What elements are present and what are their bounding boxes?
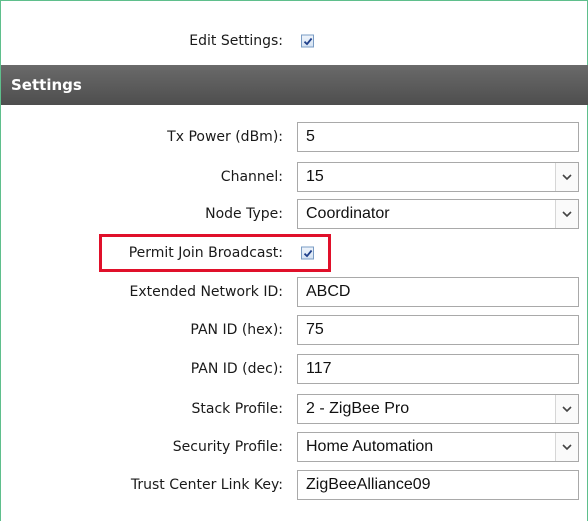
extended-network-id-input[interactable]: ABCD <box>297 277 579 307</box>
stack-profile-select[interactable]: 2 - ZigBee Pro <box>297 394 579 424</box>
extended-network-id-row: Extended Network ID: ABCD <box>1 274 588 310</box>
security-profile-label: Security Profile: <box>172 439 283 455</box>
channel-value: 15 <box>306 168 324 185</box>
node-type-value: Coordinator <box>306 205 390 222</box>
security-profile-select[interactable]: Home Automation <box>297 432 579 462</box>
settings-panel: Edit Settings: Settings Tx Power (dBm): … <box>0 0 588 521</box>
pan-id-hex-label: PAN ID (hex): <box>190 322 283 338</box>
stack-profile-row: Stack Profile: 2 - ZigBee Pro <box>1 391 588 427</box>
pan-id-hex-input[interactable]: 75 <box>297 315 579 345</box>
settings-section-header: Settings <box>1 65 588 105</box>
pan-id-dec-input[interactable]: 117 <box>297 354 579 384</box>
highlight-box <box>99 234 331 272</box>
tx-power-row: Tx Power (dBm): 5 <box>1 119 588 155</box>
chevron-down-icon[interactable] <box>555 163 578 191</box>
channel-select[interactable]: 15 <box>297 162 579 192</box>
channel-row: Channel: 15 <box>1 159 588 195</box>
tx-power-input[interactable]: 5 <box>297 122 579 152</box>
tx-power-label: Tx Power (dBm): <box>167 129 283 145</box>
extended-network-id-label: Extended Network ID: <box>129 284 283 300</box>
chevron-down-icon[interactable] <box>555 200 578 228</box>
trust-center-link-key-input[interactable]: ZigBeeAlliance09 <box>297 470 579 500</box>
node-type-row: Node Type: Coordinator <box>1 196 588 232</box>
pan-id-hex-row: PAN ID (hex): 75 <box>1 312 588 348</box>
chevron-down-icon[interactable] <box>555 395 578 423</box>
edit-settings-checkbox[interactable] <box>301 34 314 48</box>
edit-settings-row: Edit Settings: <box>1 23 588 59</box>
security-profile-row: Security Profile: Home Automation <box>1 429 588 465</box>
edit-settings-label: Edit Settings: <box>189 33 283 49</box>
trust-center-link-key-label: Trust Center Link Key: <box>130 477 283 493</box>
trust-center-link-key-row: Trust Center Link Key: ZigBeeAlliance09 <box>1 467 588 503</box>
node-type-select[interactable]: Coordinator <box>297 199 579 229</box>
section-title: Settings <box>11 76 82 94</box>
security-profile-value: Home Automation <box>306 438 434 455</box>
pan-id-dec-row: PAN ID (dec): 117 <box>1 351 588 387</box>
stack-profile-value: 2 - ZigBee Pro <box>306 400 410 417</box>
chevron-down-icon[interactable] <box>555 433 578 461</box>
node-type-label: Node Type: <box>205 206 283 222</box>
checkmark-icon <box>303 37 312 45</box>
channel-label: Channel: <box>220 169 283 185</box>
pan-id-dec-label: PAN ID (dec): <box>190 361 283 377</box>
stack-profile-label: Stack Profile: <box>191 401 283 417</box>
